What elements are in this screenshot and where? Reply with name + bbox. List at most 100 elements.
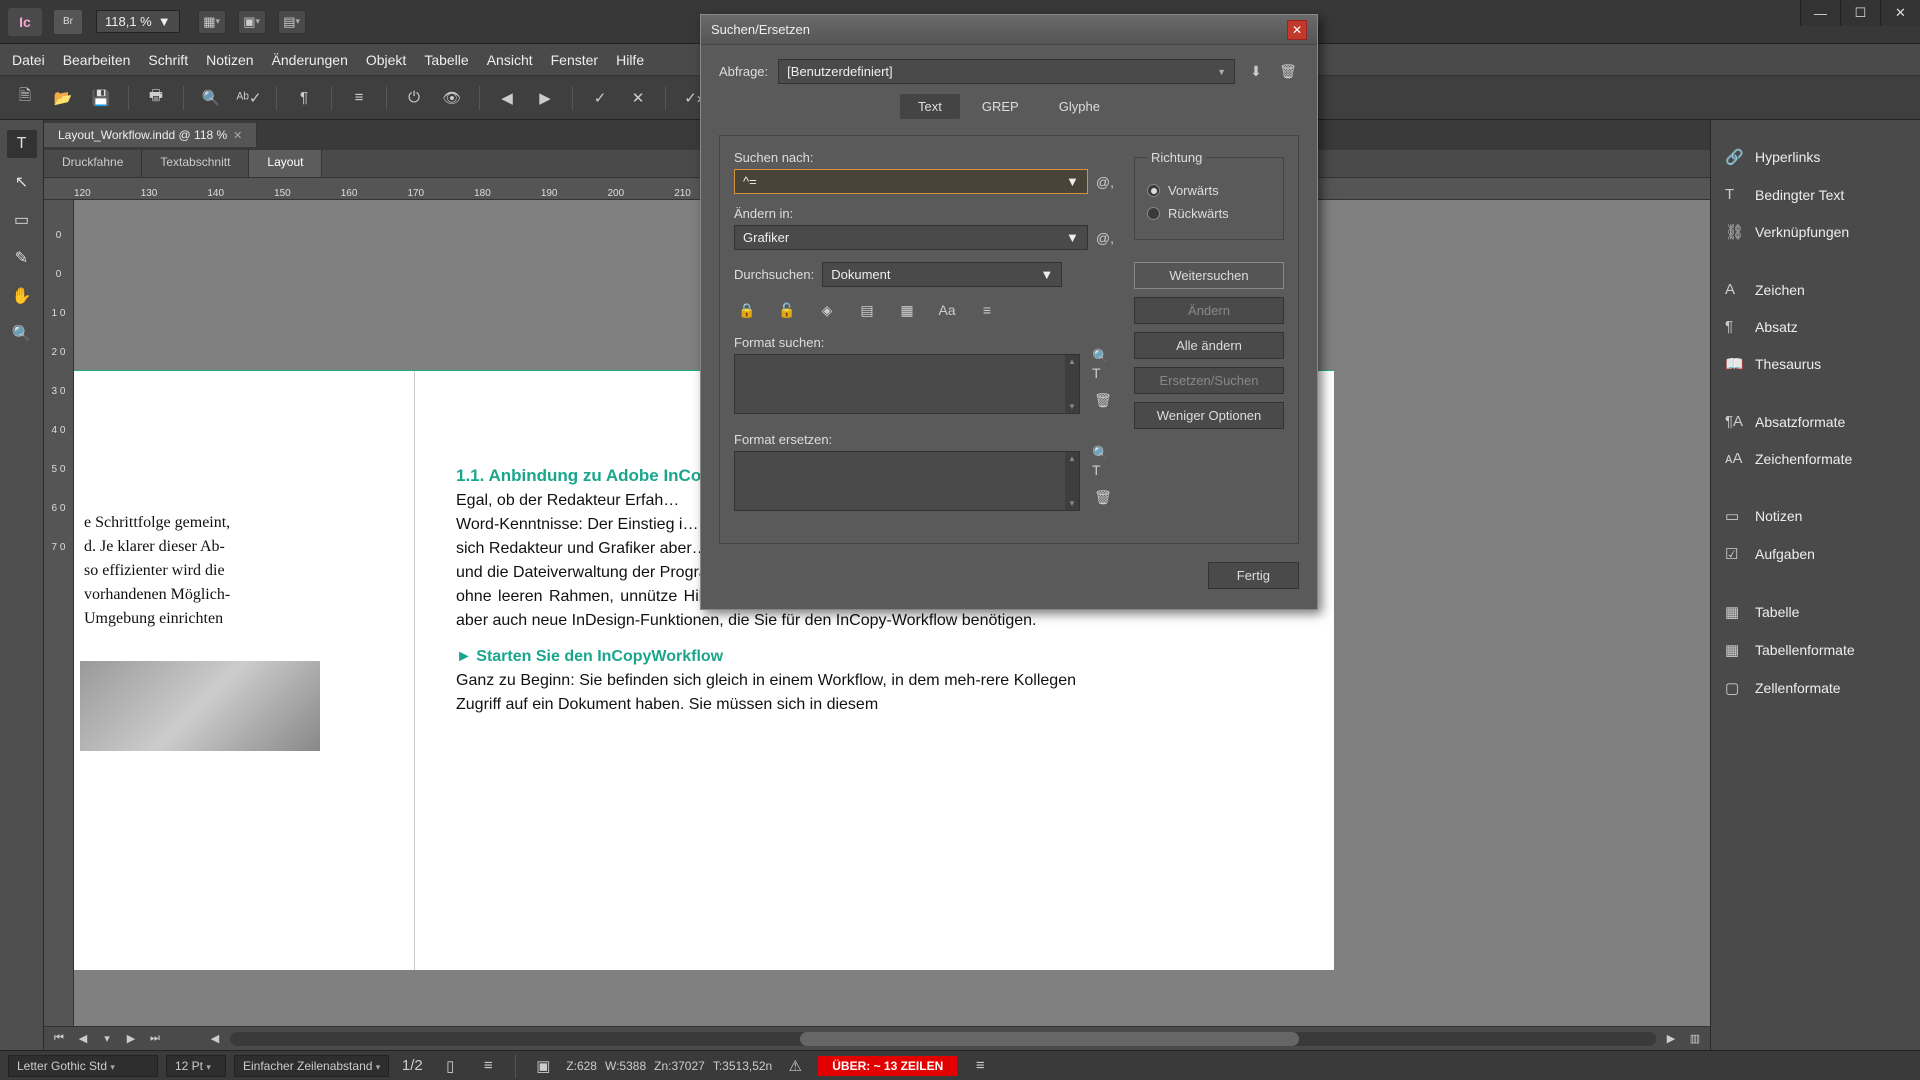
- view-mode-icon[interactable]: ▦▾: [198, 10, 226, 34]
- locked-stories-icon[interactable]: 🔓: [774, 299, 800, 321]
- clear-find-format-icon[interactable]: 🗑: [1092, 390, 1114, 410]
- load-query-icon[interactable]: ⬇: [1245, 62, 1267, 82]
- menu-hilfe[interactable]: Hilfe: [616, 52, 644, 68]
- menu-bearbeiten[interactable]: Bearbeiten: [63, 52, 131, 68]
- menu-ansicht[interactable]: Ansicht: [487, 52, 533, 68]
- spellcheck-icon[interactable]: ᴬᵇ✓: [234, 85, 264, 111]
- print-icon[interactable]: 🖶: [141, 85, 171, 111]
- font-size-dropdown[interactable]: 12 Pt ▾: [166, 1055, 226, 1077]
- hand-tool[interactable]: ✋: [7, 282, 37, 310]
- specify-find-format-icon[interactable]: 🔍T: [1092, 354, 1114, 374]
- tab-glyph[interactable]: Glyphe: [1041, 94, 1118, 119]
- zoom-dropdown[interactable]: 118,1 % ▼: [96, 10, 180, 33]
- find-special-icon[interactable]: @,: [1096, 174, 1114, 190]
- menu-fenster[interactable]: Fenster: [551, 52, 598, 68]
- text-column-1[interactable]: e Schrittfolge gemeint, d. Je klarer die…: [84, 511, 324, 631]
- leading-dropdown[interactable]: Einfacher Zeilenabstand ▾: [234, 1055, 389, 1077]
- eye-icon[interactable]: 👁: [437, 85, 467, 111]
- dialog-titlebar[interactable]: Suchen/Ersetzen ✕: [701, 15, 1317, 45]
- document-tab[interactable]: Layout_Workflow.indd @ 118 % ✕: [44, 123, 257, 147]
- save-icon[interactable]: 💾: [86, 85, 116, 111]
- specify-replace-format-icon[interactable]: 🔍T: [1092, 451, 1114, 471]
- panel-links[interactable]: ⛓Verknüpfungen: [1711, 213, 1920, 251]
- find-next-button[interactable]: Weitersuchen: [1134, 262, 1284, 289]
- first-page-icon[interactable]: ⏮: [50, 1032, 68, 1045]
- query-dropdown[interactable]: [Benutzerdefiniert]▼: [778, 59, 1235, 84]
- scroll-left-icon[interactable]: ◀: [206, 1032, 224, 1045]
- columns-icon[interactable]: ▯: [435, 1053, 465, 1079]
- clear-replace-format-icon[interactable]: 🗑: [1092, 487, 1114, 507]
- panel-hyperlinks[interactable]: 🔗Hyperlinks: [1711, 138, 1920, 176]
- master-pages-icon[interactable]: ▤: [854, 299, 880, 321]
- prev-icon[interactable]: ◀: [492, 85, 522, 111]
- panel-conditional-text[interactable]: TBedingter Text: [1711, 176, 1920, 213]
- power-icon[interactable]: ⏻: [399, 85, 429, 111]
- tab-druckfahne[interactable]: Druckfahne: [44, 150, 142, 177]
- whole-word-icon[interactable]: ≡: [974, 299, 1000, 321]
- format-replace-box[interactable]: ▲▼: [734, 451, 1080, 511]
- screen-mode-icon[interactable]: ▣▾: [238, 10, 266, 34]
- replace-find-button[interactable]: Ersetzen/Suchen: [1134, 367, 1284, 394]
- menu-objekt[interactable]: Objekt: [366, 52, 406, 68]
- menu-notizen[interactable]: Notizen: [206, 52, 253, 68]
- font-dropdown[interactable]: Letter Gothic Std ▾: [8, 1055, 158, 1077]
- panel-paragraph-styles[interactable]: ¶AAbsatzformate: [1711, 403, 1920, 440]
- status-menu-icon[interactable]: ≡: [965, 1053, 995, 1079]
- horizontal-scrollbar[interactable]: [230, 1032, 1656, 1046]
- panel-paragraph[interactable]: ¶Absatz: [1711, 308, 1920, 345]
- find-icon[interactable]: 🔍: [196, 85, 226, 111]
- tab-textabschnitt[interactable]: Textabschnitt: [142, 150, 249, 177]
- panel-assignments[interactable]: ☑Aufgaben: [1711, 535, 1920, 573]
- tab-grep[interactable]: GREP: [964, 94, 1037, 119]
- panel-table-styles[interactable]: ▦Tabellenformate: [1711, 631, 1920, 669]
- footnotes-icon[interactable]: ▦: [894, 299, 920, 321]
- tab-layout[interactable]: Layout: [249, 150, 322, 177]
- reject-icon[interactable]: ✕: [623, 85, 653, 111]
- radio-backward[interactable]: Rückwärts: [1147, 206, 1271, 221]
- done-button[interactable]: Fertig: [1208, 562, 1299, 589]
- change-special-icon[interactable]: @,: [1096, 230, 1114, 246]
- panel-cell-styles[interactable]: ▢Zellenformate: [1711, 669, 1920, 707]
- format-find-box[interactable]: ▲▼: [734, 354, 1080, 414]
- close-tab-icon[interactable]: ✕: [233, 129, 242, 142]
- locked-layers-icon[interactable]: 🔒: [734, 299, 760, 321]
- last-page-icon[interactable]: ⏭: [146, 1032, 164, 1045]
- eyedropper-tool[interactable]: ✎: [7, 244, 37, 272]
- bridge-button[interactable]: Br: [54, 10, 82, 34]
- panel-thesaurus[interactable]: 📖Thesaurus: [1711, 345, 1920, 383]
- menu-datei[interactable]: Datei: [12, 52, 45, 68]
- delete-query-icon[interactable]: 🗑: [1277, 62, 1299, 82]
- close-button[interactable]: ✕: [1880, 0, 1920, 26]
- scroll-right-icon[interactable]: ▶: [1662, 1032, 1680, 1045]
- case-sensitive-icon[interactable]: Aa: [934, 299, 960, 321]
- selection-tool[interactable]: ↖: [7, 168, 37, 196]
- change-all-button[interactable]: Alle ändern: [1134, 332, 1284, 359]
- panel-character-styles[interactable]: ᴀAZeichenformate: [1711, 440, 1920, 477]
- split-view-icon[interactable]: ▥: [1686, 1032, 1704, 1045]
- pilcrow-icon[interactable]: ¶: [289, 85, 319, 111]
- next-icon[interactable]: ▶: [530, 85, 560, 111]
- tab-text[interactable]: Text: [900, 94, 960, 119]
- page-dropdown[interactable]: ▾: [98, 1032, 116, 1045]
- menu-tabelle[interactable]: Tabelle: [424, 52, 468, 68]
- search-scope-dropdown[interactable]: Dokument▼: [822, 262, 1062, 287]
- panel-table[interactable]: ▦Tabelle: [1711, 593, 1920, 631]
- radio-forward[interactable]: Vorwärts: [1147, 183, 1271, 198]
- maximize-button[interactable]: ☐: [1840, 0, 1880, 26]
- panel-character[interactable]: AZeichen: [1711, 271, 1920, 308]
- change-input[interactable]: Grafiker▼: [734, 225, 1088, 250]
- menu-schrift[interactable]: Schrift: [148, 52, 188, 68]
- hidden-layers-icon[interactable]: ◈: [814, 299, 840, 321]
- lines-icon[interactable]: ≡: [473, 1053, 503, 1079]
- panel-notes[interactable]: ▭Notizen: [1711, 497, 1920, 535]
- text-tool[interactable]: T: [7, 130, 37, 158]
- zoom-tool[interactable]: 🔍: [7, 320, 37, 348]
- menu-aenderungen[interactable]: Änderungen: [272, 52, 348, 68]
- find-input[interactable]: ^=▼: [734, 169, 1088, 194]
- fewer-options-button[interactable]: Weniger Optionen: [1134, 402, 1284, 429]
- new-icon[interactable]: 🗎: [10, 85, 40, 111]
- note-tool[interactable]: ▭: [7, 206, 37, 234]
- arrange-icon[interactable]: ▤▾: [278, 10, 306, 34]
- minimize-button[interactable]: —: [1800, 0, 1840, 26]
- next-page-icon[interactable]: ▶: [122, 1032, 140, 1045]
